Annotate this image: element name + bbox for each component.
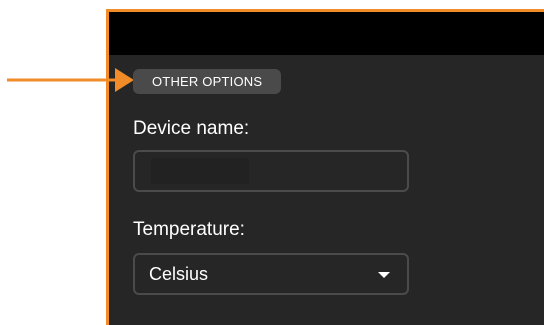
other-options-chip: OTHER OPTIONS (133, 69, 281, 94)
device-name-value-redaction (151, 158, 249, 184)
temperature-selected-value: Celsius (149, 264, 209, 284)
screenshot-stage: OTHER OPTIONS Device name: Temperature: … (0, 0, 544, 325)
chevron-down-icon[interactable] (378, 272, 390, 278)
temperature-label: Temperature: (133, 219, 245, 240)
arrow-right-icon (7, 68, 134, 92)
temperature-select[interactable]: Celsius (133, 253, 409, 295)
device-name-label: Device name: (133, 118, 250, 139)
device-name-field[interactable] (133, 150, 409, 192)
panel-header (109, 12, 544, 55)
